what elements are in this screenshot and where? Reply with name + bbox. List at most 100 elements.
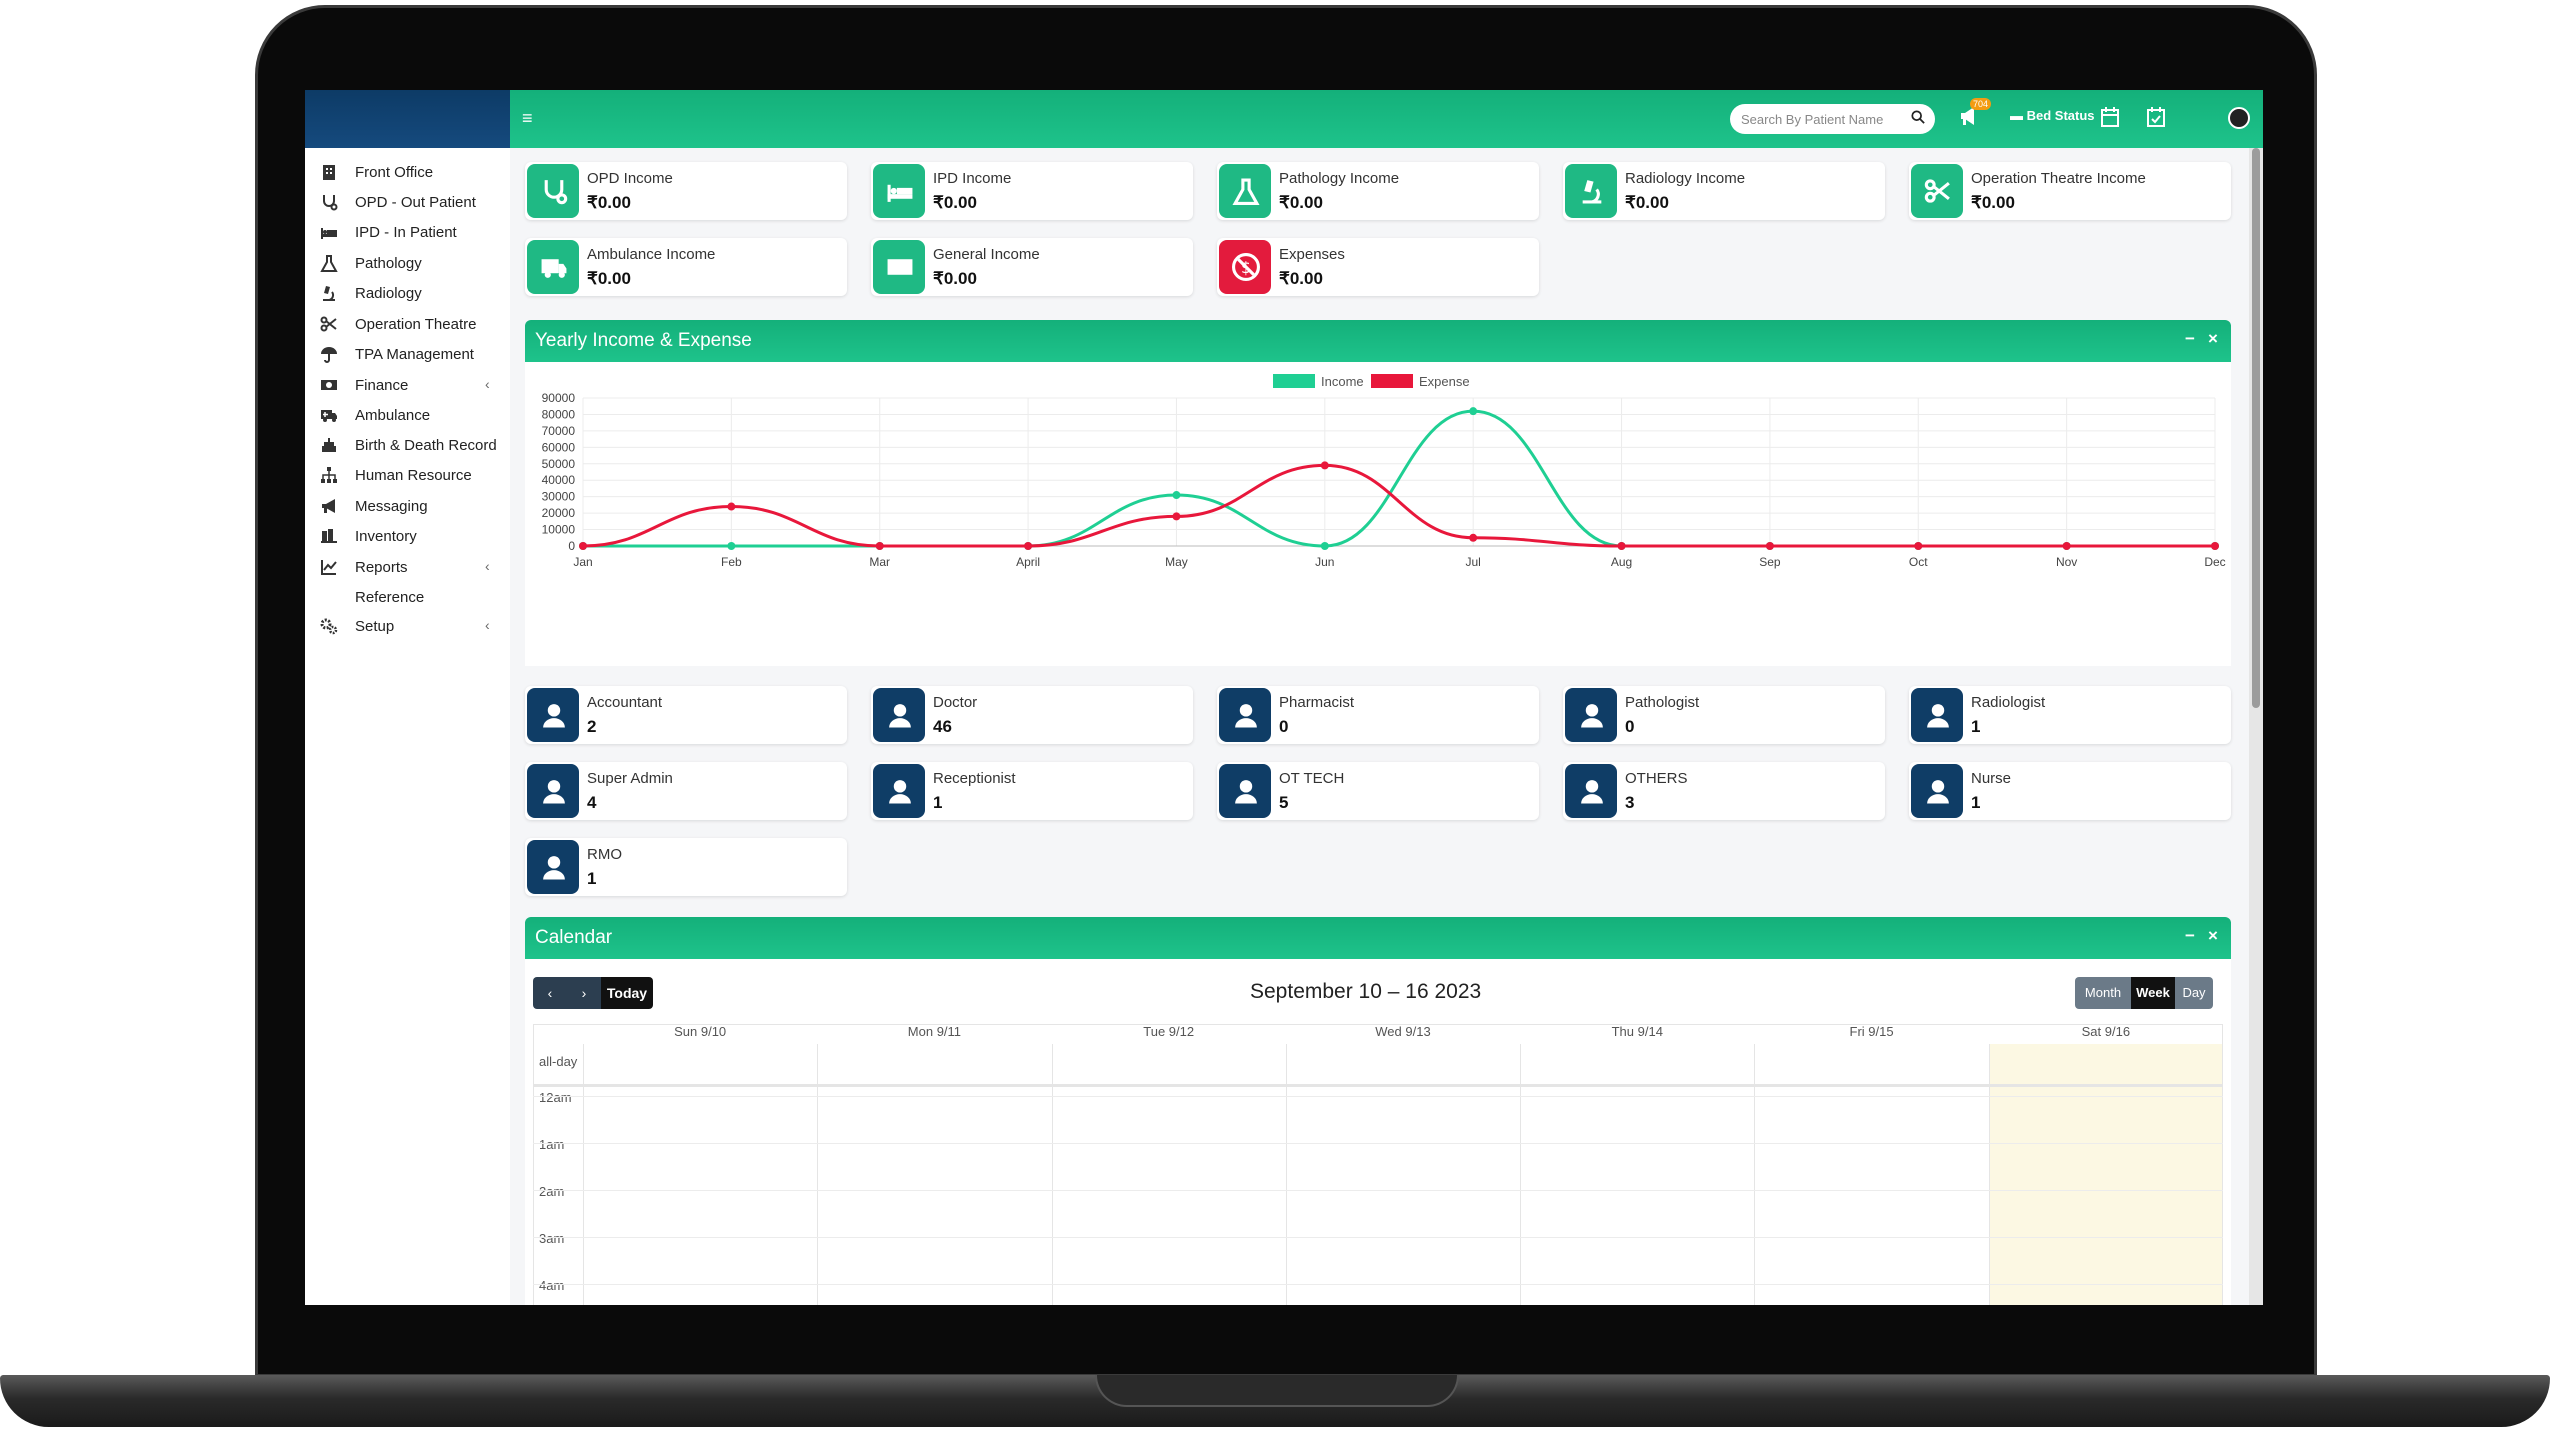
data-point-expense bbox=[1024, 542, 1033, 550]
sidebar-item-label: Finance bbox=[355, 377, 409, 394]
calendar-header: Calendar − × bbox=[525, 917, 2231, 959]
income-card[interactable]: Radiology Income ₹0.00 bbox=[1563, 162, 1885, 220]
x-tick-label: Jun bbox=[1315, 555, 1334, 569]
calendar-view-day[interactable]: Day bbox=[2175, 977, 2213, 1009]
card-value: ₹0.00 bbox=[587, 193, 631, 212]
staff-card[interactable]: OTHERS 3 bbox=[1563, 762, 1885, 820]
minimize-icon[interactable]: − bbox=[2185, 926, 2195, 946]
card-value: 1 bbox=[587, 869, 597, 888]
user-icon bbox=[527, 764, 579, 818]
sidebar: Front Office OPD - Out Patient IPD - In Pa… bbox=[305, 148, 510, 1305]
chevron-left-icon: ‹ bbox=[485, 376, 490, 392]
user-icon bbox=[1911, 688, 1963, 742]
staff-card[interactable]: Nurse 1 bbox=[1909, 762, 2231, 820]
page-scrollbar[interactable] bbox=[2249, 148, 2263, 1305]
yearly-income-expense-chart: Income Expense 0 10000 20000 30000 40000 50000 6… bbox=[525, 362, 2231, 666]
y-tick-label: 90000 bbox=[542, 391, 576, 405]
sidebar-item-setup[interactable]: Setup ‹ bbox=[305, 606, 510, 646]
hamburger-menu-icon[interactable]: ≡ bbox=[522, 108, 533, 129]
top-bar: ≡ Search By Patient Name 704 ▬ Bed Statu… bbox=[510, 90, 2263, 148]
bed-status-label: Bed Status bbox=[2026, 108, 2095, 123]
calendar-view-week[interactable]: Week bbox=[2131, 977, 2175, 1009]
sidebar-item-label: TPA Management bbox=[355, 346, 474, 363]
calendar-icon[interactable] bbox=[2100, 106, 2120, 128]
allday-divider bbox=[533, 1084, 2223, 1087]
calendar-view-month[interactable]: Month bbox=[2075, 977, 2131, 1009]
gears-icon bbox=[320, 617, 338, 635]
expense-icon: $ bbox=[1219, 240, 1271, 294]
staff-card[interactable]: OT TECH 5 bbox=[1217, 762, 1539, 820]
income-card[interactable]: General Income ₹0.00 bbox=[871, 238, 1193, 296]
income-card[interactable]: OPD Income ₹0.00 bbox=[525, 162, 847, 220]
scissors-icon bbox=[1911, 164, 1963, 218]
minimize-icon[interactable]: − bbox=[2185, 329, 2195, 349]
x-tick-label: April bbox=[1016, 555, 1040, 569]
income-card[interactable]: IPD Income ₹0.00 bbox=[871, 162, 1193, 220]
scissors-icon bbox=[320, 315, 338, 333]
staff-card[interactable]: Pathologist 0 bbox=[1563, 686, 1885, 744]
data-point-income bbox=[1320, 542, 1329, 550]
legend-label-expense: Expense bbox=[1419, 374, 1470, 389]
task-check-icon[interactable] bbox=[2146, 106, 2166, 128]
staff-card[interactable]: Pharmacist 0 bbox=[1217, 686, 1539, 744]
time-slot-line bbox=[533, 1143, 2223, 1144]
staff-card[interactable]: Accountant 2 bbox=[525, 686, 847, 744]
income-card[interactable]: $ Expenses ₹0.00 bbox=[1217, 238, 1539, 296]
user-icon bbox=[1565, 688, 1617, 742]
logo[interactable] bbox=[305, 90, 510, 148]
user-icon bbox=[873, 764, 925, 818]
user-icon bbox=[527, 840, 579, 894]
x-tick-label: Nov bbox=[2056, 555, 2077, 569]
staff-card[interactable]: Doctor 46 bbox=[871, 686, 1193, 744]
calendar-next-button[interactable]: › bbox=[567, 977, 601, 1009]
data-point-expense bbox=[1172, 512, 1181, 521]
calendar-prev-button[interactable]: ‹ bbox=[533, 977, 567, 1009]
calendar-today-button[interactable]: Today bbox=[601, 977, 653, 1009]
patient-search-input[interactable]: Search By Patient Name bbox=[1730, 104, 1935, 134]
user-avatar[interactable] bbox=[2228, 107, 2250, 129]
user-icon bbox=[873, 688, 925, 742]
bed-status-button[interactable]: ▬ Bed Status bbox=[2010, 108, 2095, 123]
ambulance-icon bbox=[527, 240, 579, 294]
close-icon[interactable]: × bbox=[2208, 926, 2218, 946]
sidebar-item-label: Radiology bbox=[355, 285, 422, 302]
calendar-time-label: 4am bbox=[539, 1278, 565, 1293]
card-value: ₹0.00 bbox=[933, 193, 977, 212]
y-tick-label: 70000 bbox=[542, 424, 576, 438]
bullhorn-icon bbox=[320, 497, 338, 515]
search-icon[interactable] bbox=[1911, 110, 1925, 124]
inventory-icon bbox=[320, 527, 338, 545]
y-tick-label: 30000 bbox=[542, 490, 576, 504]
data-point-expense bbox=[2211, 542, 2219, 550]
staff-card[interactable]: Receptionist 1 bbox=[871, 762, 1193, 820]
legend-label-income: Income bbox=[1321, 374, 1364, 389]
scrollbar-thumb[interactable] bbox=[2252, 148, 2260, 708]
staff-card[interactable]: Super Admin 4 bbox=[525, 762, 847, 820]
stethoscope-icon bbox=[527, 164, 579, 218]
card-label: Accountant bbox=[587, 694, 663, 711]
calendar-week-grid[interactable]: Sun 9/10 Mon 9/11 Tue 9/12 Wed 9/13 Thu 9/14… bbox=[533, 1024, 2223, 1305]
close-icon[interactable]: × bbox=[2208, 329, 2218, 349]
income-card[interactable]: Pathology Income ₹0.00 bbox=[1217, 162, 1539, 220]
card-label: Nurse bbox=[1971, 770, 2012, 787]
data-point-income bbox=[1172, 491, 1181, 500]
y-tick-label: 40000 bbox=[542, 473, 576, 487]
sidebar-item-label: Ambulance bbox=[355, 407, 431, 424]
card-label: RMO bbox=[587, 846, 622, 863]
income-card[interactable]: Operation Theatre Income ₹0.00 bbox=[1909, 162, 2231, 220]
notification-count-badge: 704 bbox=[1970, 98, 1992, 110]
income-card[interactable]: Ambulance Income ₹0.00 bbox=[525, 238, 847, 296]
bed-icon bbox=[873, 164, 925, 218]
card-label: Expenses bbox=[1279, 246, 1345, 263]
staff-card[interactable]: Radiologist 1 bbox=[1909, 686, 2231, 744]
card-value: ₹0.00 bbox=[1279, 193, 1323, 212]
card-value: 1 bbox=[1971, 793, 1981, 812]
laptop-notch bbox=[1095, 1375, 1459, 1407]
x-tick-label: Dec bbox=[2204, 555, 2225, 569]
money-icon bbox=[873, 240, 925, 294]
building-icon bbox=[320, 163, 338, 181]
card-label: Doctor bbox=[933, 694, 978, 711]
x-tick-label: Oct bbox=[1909, 555, 1928, 569]
staff-card[interactable]: RMO 1 bbox=[525, 838, 847, 896]
y-tick-label: 50000 bbox=[542, 457, 576, 471]
